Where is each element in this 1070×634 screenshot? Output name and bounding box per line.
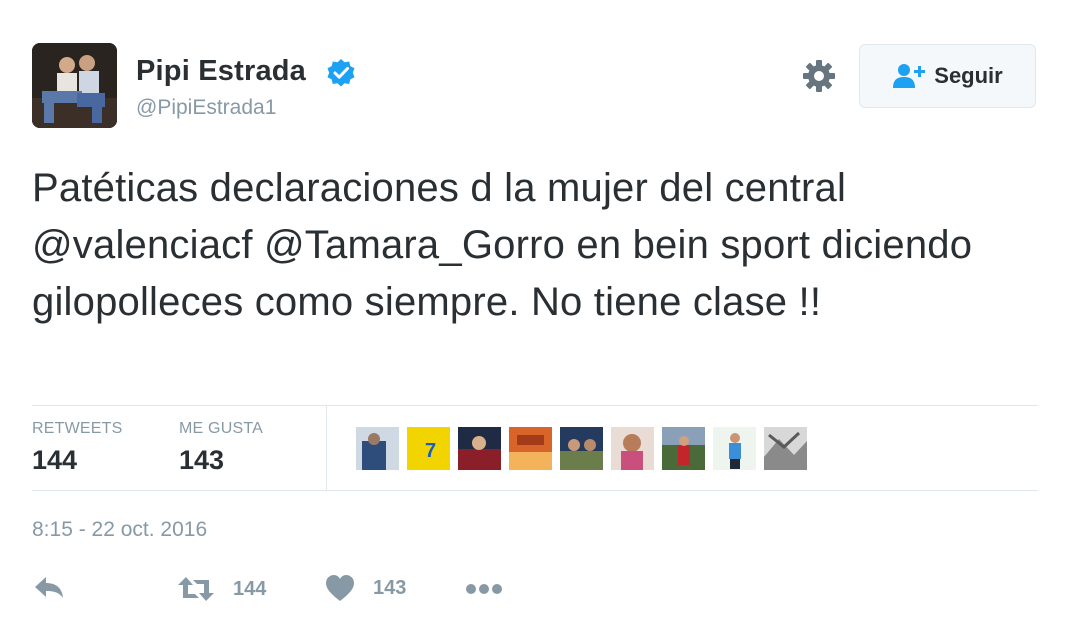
liker-avatar[interactable] bbox=[458, 427, 501, 470]
retweet-action-count: 144 bbox=[233, 577, 267, 600]
likes-count[interactable]: 143 bbox=[179, 445, 224, 476]
like-action-count: 143 bbox=[373, 576, 407, 599]
liker-avatar[interactable]: 7 bbox=[407, 427, 450, 470]
heart-icon bbox=[326, 575, 354, 601]
liker-avatar[interactable] bbox=[509, 427, 552, 470]
svg-text:7: 7 bbox=[425, 440, 436, 462]
reply-button[interactable] bbox=[33, 574, 65, 604]
gear-icon[interactable] bbox=[801, 58, 837, 94]
follow-button[interactable]: Seguir bbox=[859, 44, 1036, 108]
liker-avatar[interactable] bbox=[764, 427, 807, 470]
user-handle[interactable]: @PipiEstrada1 bbox=[136, 96, 276, 120]
retweet-button[interactable]: 144 bbox=[177, 574, 266, 604]
reply-icon bbox=[35, 577, 63, 598]
liker-avatar[interactable] bbox=[662, 427, 705, 470]
more-icon bbox=[466, 584, 502, 594]
user-name[interactable]: Pipi Estrada bbox=[136, 55, 306, 88]
retweets-label[interactable]: RETWEETS bbox=[32, 420, 123, 438]
verified-icon bbox=[327, 59, 355, 87]
liker-avatars: 7 bbox=[356, 427, 815, 470]
liker-avatar[interactable] bbox=[560, 427, 603, 470]
more-button[interactable] bbox=[465, 582, 503, 596]
liker-avatar[interactable] bbox=[713, 427, 756, 470]
stats-divider bbox=[326, 405, 327, 490]
divider bbox=[32, 490, 1038, 491]
retweet-icon bbox=[178, 577, 214, 601]
liker-avatar[interactable] bbox=[611, 427, 654, 470]
follow-button-label: Seguir bbox=[934, 63, 1003, 88]
likes-label[interactable]: ME GUSTA bbox=[179, 420, 263, 438]
like-button[interactable]: 143 bbox=[325, 574, 406, 602]
avatar[interactable] bbox=[32, 43, 117, 128]
tweet-card: Pipi Estrada @PipiEstrada1 Seguir Patéti… bbox=[0, 0, 1070, 634]
liker-avatar[interactable] bbox=[356, 427, 399, 470]
retweets-count[interactable]: 144 bbox=[32, 445, 77, 476]
tweet-timestamp[interactable]: 8:15 - 22 oct. 2016 bbox=[32, 518, 207, 542]
tweet-text: Patéticas declaraciones d la mujer del c… bbox=[32, 166, 973, 324]
follow-user-icon bbox=[893, 64, 926, 88]
divider bbox=[32, 405, 1038, 406]
